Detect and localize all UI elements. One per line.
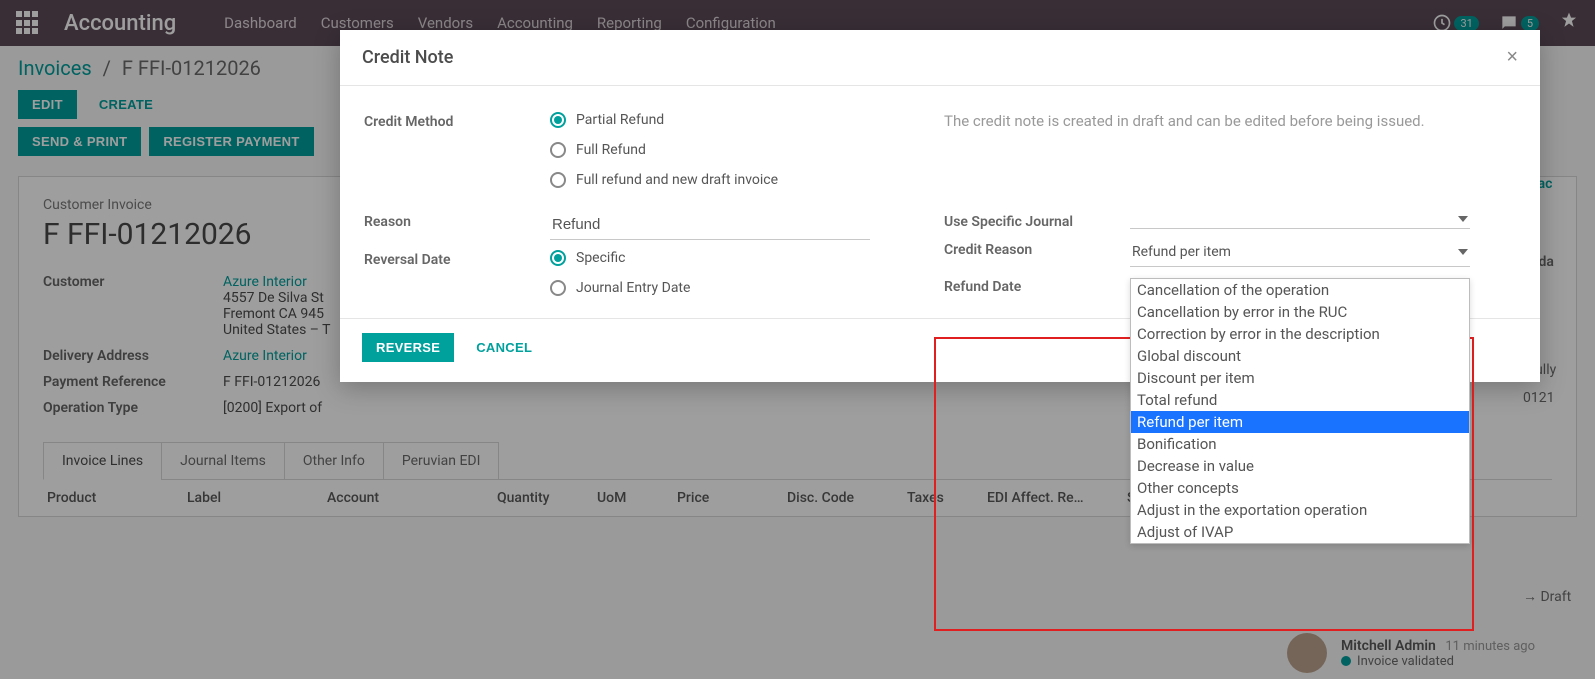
chevron-down-icon (1458, 216, 1468, 222)
close-button[interactable]: × (1506, 46, 1518, 69)
reverse-button[interactable]: REVERSE (362, 333, 454, 362)
specific-journal-select[interactable] (1130, 212, 1470, 229)
radio-specific[interactable]: Specific (550, 250, 690, 266)
opt-total-refund[interactable]: Total refund (1131, 389, 1469, 411)
radio-full-new-draft[interactable]: Full refund and new draft invoice (550, 172, 778, 188)
info-note: The credit note is created in draft and … (944, 112, 1425, 130)
refund-date-label: Refund Date (944, 277, 1130, 295)
chevron-down-icon (1458, 249, 1468, 255)
opt-cancellation-operation[interactable]: Cancellation of the operation (1131, 279, 1469, 301)
opt-correction-description[interactable]: Correction by error in the description (1131, 323, 1469, 345)
specific-journal-label: Use Specific Journal (944, 212, 1130, 230)
cancel-button[interactable]: CANCEL (462, 333, 546, 362)
reason-input[interactable] (550, 212, 870, 240)
credit-reason-dropdown[interactable]: Cancellation of the operation Cancellati… (1130, 278, 1470, 544)
opt-adjust-exportation[interactable]: Adjust in the exportation operation (1131, 499, 1469, 521)
credit-reason-label: Credit Reason (944, 240, 1130, 258)
radio-partial-refund[interactable]: Partial Refund (550, 112, 778, 128)
opt-refund-per-item[interactable]: Refund per item (1131, 411, 1469, 433)
opt-discount-per-item[interactable]: Discount per item (1131, 367, 1469, 389)
credit-reason-select[interactable]: Refund per item (1130, 240, 1470, 267)
opt-decrease-value[interactable]: Decrease in value (1131, 455, 1469, 477)
modal-title: Credit Note (362, 47, 453, 68)
opt-other-concepts[interactable]: Other concepts (1131, 477, 1469, 499)
opt-cancellation-ruc[interactable]: Cancellation by error in the RUC (1131, 301, 1469, 323)
opt-adjust-ivap[interactable]: Adjust of IVAP (1131, 521, 1469, 543)
reason-label: Reason (364, 212, 550, 230)
radio-journal-entry-date[interactable]: Journal Entry Date (550, 280, 690, 296)
reversal-date-label: Reversal Date (364, 250, 550, 268)
radio-full-refund[interactable]: Full Refund (550, 142, 778, 158)
credit-method-label: Credit Method (364, 112, 550, 188)
opt-bonification[interactable]: Bonification (1131, 433, 1469, 455)
opt-global-discount[interactable]: Global discount (1131, 345, 1469, 367)
credit-note-modal: Credit Note × Credit Method Partial Refu… (340, 30, 1540, 382)
